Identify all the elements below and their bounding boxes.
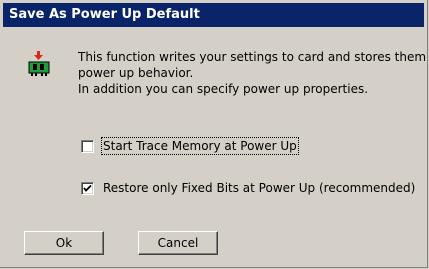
cancel-button[interactable]: Cancel <box>138 231 218 255</box>
description-line-2: power up behavior. <box>78 66 194 80</box>
description-text: This function writes your settings to ca… <box>78 49 427 97</box>
description-line-3: In addition you can specify power up pro… <box>78 82 369 96</box>
card-download-icon <box>28 51 50 77</box>
dialog-title: Save As Power Up Default <box>9 7 200 22</box>
checkmark-icon <box>83 184 92 192</box>
dialog-title-bar[interactable]: Save As Power Up Default <box>3 3 424 27</box>
restore-fixed-bits-checkbox[interactable] <box>81 181 94 195</box>
save-power-up-dialog: Save As Power Up Default This function w… <box>0 0 428 268</box>
start-trace-memory-label[interactable]: Start Trace Memory at Power Up <box>101 137 299 155</box>
restore-fixed-bits-option[interactable]: Restore only Fixed Bits at Power Up (rec… <box>81 179 415 197</box>
restore-fixed-bits-label[interactable]: Restore only Fixed Bits at Power Up (rec… <box>103 181 415 195</box>
start-trace-memory-checkbox[interactable] <box>81 139 94 153</box>
start-trace-memory-option[interactable]: Start Trace Memory at Power Up <box>81 137 299 155</box>
ok-button[interactable]: Ok <box>24 231 104 255</box>
description-line-1: This function writes your settings to ca… <box>78 50 427 64</box>
